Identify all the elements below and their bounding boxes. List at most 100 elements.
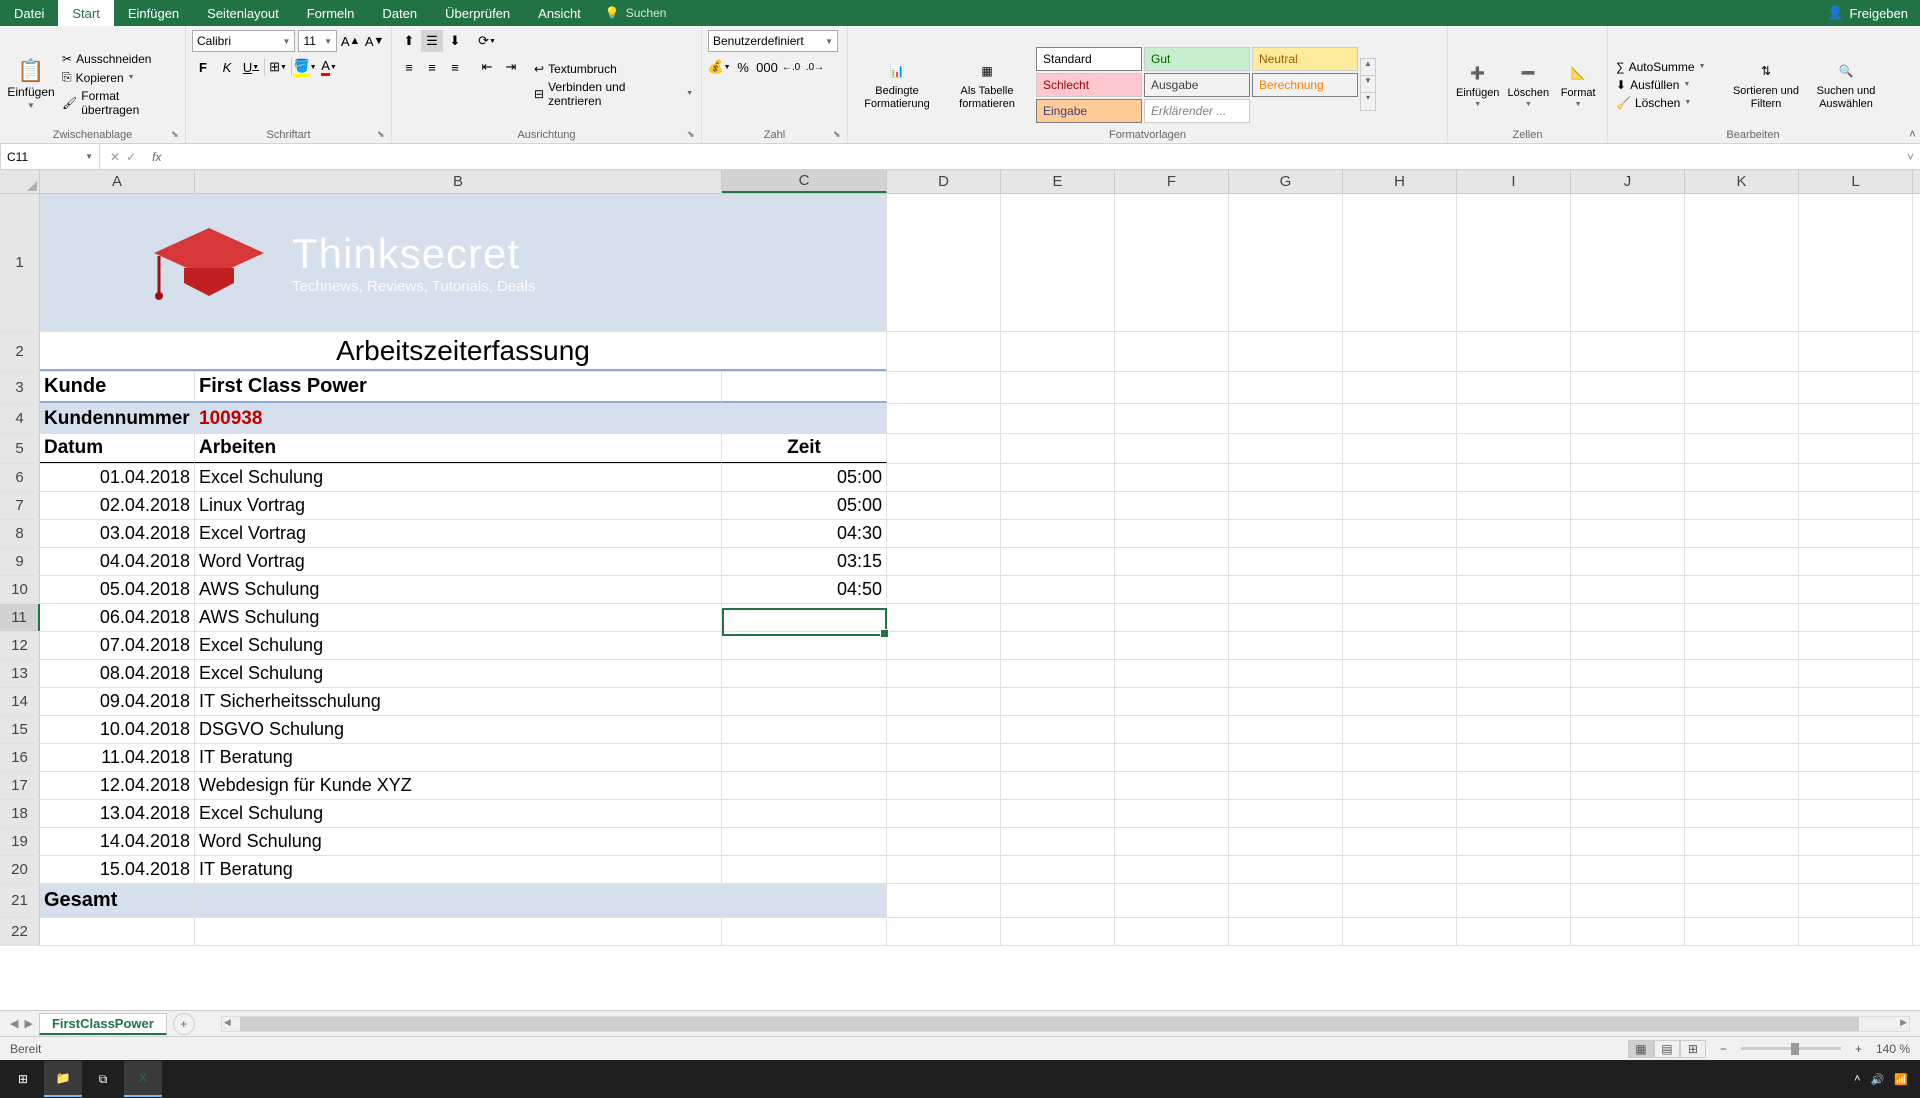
row-header[interactable]: 19 (0, 828, 40, 855)
cell[interactable]: IT Beratung (195, 856, 722, 883)
cell[interactable] (887, 772, 1001, 799)
cell[interactable] (1571, 332, 1685, 371)
zoom-level[interactable]: 140 % (1876, 1042, 1910, 1056)
delete-cells-button[interactable]: ➖Löschen▼ (1505, 30, 1551, 139)
merge-center-button[interactable]: ⊟Verbinden und zentrieren▼ (532, 79, 695, 109)
cell[interactable] (1343, 464, 1457, 491)
cell[interactable] (1343, 576, 1457, 603)
cell-styles-gallery[interactable]: StandardGutNeutralSchlechtAusgabeBerechn… (1034, 45, 1360, 125)
cell[interactable] (1115, 520, 1229, 547)
cell[interactable] (887, 660, 1001, 687)
cell[interactable] (1457, 744, 1571, 771)
underline-button[interactable]: U▼ (240, 56, 262, 78)
row-header[interactable]: 5 (0, 434, 40, 463)
gallery-up-icon[interactable]: ▲ (1361, 59, 1375, 76)
cell[interactable] (1343, 828, 1457, 855)
cell[interactable] (1343, 884, 1457, 917)
cell[interactable] (1343, 688, 1457, 715)
cell[interactable] (1229, 372, 1343, 403)
cell[interactable] (1229, 632, 1343, 659)
cell[interactable]: Kundennummer (40, 404, 195, 433)
percent-icon[interactable]: % (732, 56, 754, 78)
cell[interactable] (1001, 884, 1115, 917)
find-select-button[interactable]: 🔍Suchen und Auswählen (1808, 30, 1884, 139)
cell[interactable] (722, 918, 887, 945)
cell[interactable] (1457, 548, 1571, 575)
cell[interactable] (1115, 604, 1229, 631)
align-left-icon[interactable]: ≡ (398, 56, 420, 78)
tell-me-search[interactable]: 💡 Suchen (605, 0, 667, 26)
cell[interactable] (1571, 632, 1685, 659)
cell[interactable] (722, 744, 887, 771)
cell[interactable] (1799, 464, 1913, 491)
cell[interactable] (195, 918, 722, 945)
cell[interactable] (1685, 632, 1799, 659)
row-header[interactable]: 9 (0, 548, 40, 575)
horizontal-scrollbar[interactable]: ◀ ▶ (221, 1016, 1910, 1032)
cell[interactable] (1571, 464, 1685, 491)
cell[interactable] (1685, 856, 1799, 883)
cell[interactable] (1685, 918, 1799, 945)
cell[interactable] (1229, 772, 1343, 799)
cell[interactable]: IT Beratung (195, 744, 722, 771)
row-header[interactable]: 11 (0, 604, 40, 631)
cell[interactable] (887, 800, 1001, 827)
cell[interactable] (1799, 632, 1913, 659)
excel-taskbar-icon[interactable]: X (124, 1061, 162, 1097)
cell[interactable] (1115, 464, 1229, 491)
cell[interactable] (1343, 548, 1457, 575)
paste-button[interactable]: 📋 Einfügen ▼ (6, 30, 56, 139)
cell[interactable] (1115, 800, 1229, 827)
select-all-corner[interactable] (0, 170, 40, 193)
cell[interactable] (1685, 548, 1799, 575)
cell[interactable] (1799, 332, 1913, 371)
cell-style-gut[interactable]: Gut (1144, 47, 1250, 71)
cell[interactable] (722, 604, 887, 631)
cell[interactable] (1685, 688, 1799, 715)
cell[interactable] (1799, 688, 1913, 715)
cell[interactable] (1685, 194, 1799, 331)
cell[interactable] (1799, 828, 1913, 855)
cell[interactable] (722, 372, 887, 403)
conditional-formatting-button[interactable]: 📊 Bedingte Formatierung (854, 30, 940, 139)
col-header-D[interactable]: D (887, 170, 1001, 193)
cell[interactable] (1571, 372, 1685, 403)
italic-button[interactable]: K (216, 56, 238, 78)
font-color-button[interactable]: A▼ (318, 56, 340, 78)
cell[interactable] (1115, 492, 1229, 519)
cell[interactable] (1457, 194, 1571, 331)
cell[interactable]: Excel Schulung (195, 464, 722, 491)
row-header[interactable]: 6 (0, 464, 40, 491)
row-header[interactable]: 3 (0, 372, 40, 403)
sort-filter-button[interactable]: ⇅Sortieren und Filtern (1728, 30, 1804, 139)
cell[interactable]: Word Vortrag (195, 548, 722, 575)
cell[interactable] (1229, 856, 1343, 883)
cell[interactable] (1457, 492, 1571, 519)
cell[interactable] (1571, 434, 1685, 463)
cell[interactable] (1229, 576, 1343, 603)
cell[interactable] (1001, 772, 1115, 799)
tab-formeln[interactable]: Formeln (293, 0, 369, 26)
cell[interactable]: Word Schulung (195, 828, 722, 855)
cell[interactable] (1571, 772, 1685, 799)
cell[interactable] (195, 884, 722, 917)
cell[interactable] (722, 404, 887, 433)
col-header-F[interactable]: F (1115, 170, 1229, 193)
cell[interactable] (887, 404, 1001, 433)
row-header[interactable]: 2 (0, 332, 40, 371)
cell[interactable] (1229, 492, 1343, 519)
cell[interactable] (1229, 716, 1343, 743)
cell[interactable] (1115, 404, 1229, 433)
align-right-icon[interactable]: ≡ (444, 56, 466, 78)
cell[interactable] (1343, 332, 1457, 371)
cell[interactable] (1001, 194, 1115, 331)
col-header-B[interactable]: B (195, 170, 722, 193)
cell[interactable] (1001, 632, 1115, 659)
cell[interactable] (1457, 918, 1571, 945)
col-header-I[interactable]: I (1457, 170, 1571, 193)
cell[interactable] (1343, 520, 1457, 547)
cell[interactable]: 10.04.2018 (40, 716, 195, 743)
cell[interactable] (1799, 194, 1913, 331)
cell[interactable] (1799, 918, 1913, 945)
cell[interactable] (1685, 716, 1799, 743)
